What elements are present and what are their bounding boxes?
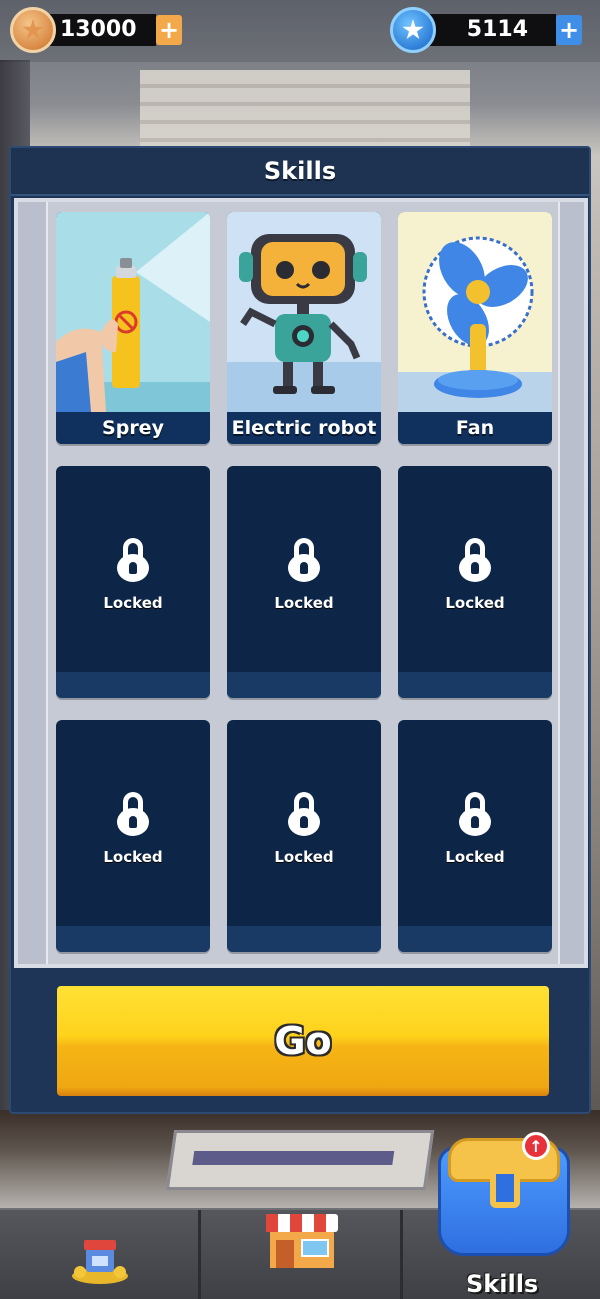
skills-grid-frame: Sprey Electric robot Fan Locked Locked L… [14,198,588,968]
upgrade-alert-icon: ↑ [522,1132,550,1160]
locked-label: Locked [445,594,505,612]
gift-shop-icon[interactable] [70,1232,130,1284]
coin-star-icon [10,7,56,53]
gem-counter: 5114 + [390,7,582,53]
background-mat [165,1130,435,1190]
skill-card-locked[interactable]: Locked [398,466,552,698]
skill-card-fan[interactable]: Fan [398,212,552,444]
skill-card-locked[interactable]: Locked [227,466,381,698]
coin-amount: 13000 [44,14,156,46]
blue-star-gem-icon [390,7,436,53]
add-coins-button[interactable]: + [156,15,182,45]
locked-label: Locked [103,848,163,866]
robot-icon [227,212,381,412]
lock-icon [117,538,149,582]
skill-card-locked[interactable]: Locked [56,720,210,952]
go-button[interactable]: Go [57,986,549,1096]
tab-skills-label[interactable]: Skills [466,1270,538,1298]
panel-title: Skills [263,157,337,185]
skill-card-sprey[interactable]: Sprey [56,212,210,444]
lock-icon [117,792,149,836]
locked-label: Locked [445,848,505,866]
locked-label: Locked [274,594,334,612]
skill-card-locked[interactable]: Locked [56,466,210,698]
skill-name: Electric robot [231,417,377,439]
skill-card-locked[interactable]: Locked [398,720,552,952]
lock-icon [288,538,320,582]
skills-panel: Skills Sprey Electric robot Fan Locked L… [9,146,591,1114]
panel-header: Skills [11,148,589,196]
lock-icon [459,792,491,836]
gem-amount: 5114 [424,14,556,46]
skill-card-locked[interactable]: Locked [227,720,381,952]
fan-icon [398,212,552,412]
backpack-icon[interactable]: ↑ [434,1132,574,1258]
skill-name: Sprey [102,417,164,439]
locked-label: Locked [103,594,163,612]
currency-bar: 13000 + 5114 + [0,0,600,62]
skills-grid: Sprey Electric robot Fan Locked Locked L… [46,202,560,964]
locked-label: Locked [274,848,334,866]
coin-counter: 13000 + [10,7,182,53]
spray-can-icon [56,212,210,412]
store-icon[interactable] [264,1210,340,1270]
add-gems-button[interactable]: + [556,15,582,45]
skill-card-electric-robot[interactable]: Electric robot [227,212,381,444]
lock-icon [459,538,491,582]
go-label: Go [274,1019,332,1063]
skill-name: Fan [455,417,495,439]
lock-icon [288,792,320,836]
